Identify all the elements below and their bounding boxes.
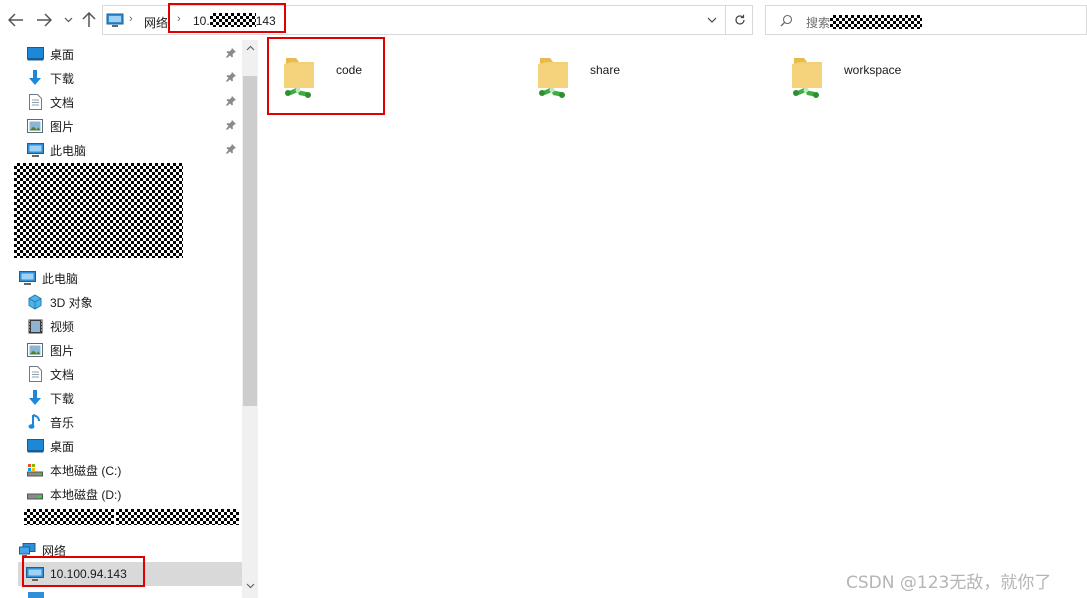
search-input[interactable]: 搜索 <box>765 5 1087 35</box>
redacted-mask <box>24 509 114 525</box>
sidebar-item-3d-objects[interactable]: 3D 对象 <box>26 290 242 314</box>
sidebar-item-drive-c[interactable]: 本地磁盘 (C:) <box>26 458 242 482</box>
scroll-down-icon[interactable] <box>242 578 258 594</box>
desktop-icon <box>26 45 44 63</box>
folder-view: code share workspace <box>260 40 1087 598</box>
folder-name: workspace <box>844 63 902 77</box>
shared-folder-icon <box>538 58 568 98</box>
computer-icon <box>18 269 36 287</box>
watermark-text: CSDN @123无敌，就你了 <box>846 573 1052 593</box>
navigation-pane: 桌面 下载 文档 图片 此电脑 此电脑 3D 对象 视频 图片 文档 下载 音乐… <box>0 40 258 598</box>
pin-icon[interactable] <box>226 95 236 109</box>
sidebar-item-this-pc[interactable]: 此电脑 <box>18 266 242 290</box>
pin-icon[interactable] <box>226 71 236 85</box>
search-placeholder: 搜索 <box>806 14 923 31</box>
sidebar-item-network-host[interactable]: 10.100.94.143 <box>18 562 242 586</box>
breadcrumb-network[interactable]: 网络 <box>144 14 168 31</box>
redacted-mask <box>830 15 923 30</box>
address-bar[interactable]: › 网络 › 10. 143 <box>102 5 753 35</box>
sidebar-item-desktop[interactable]: 桌面 <box>26 434 242 458</box>
sidebar-item-pictures-pinned[interactable]: 图片 <box>26 114 242 138</box>
navigation-bar: › 网络 › 10. 143 搜索 <box>0 0 1087 40</box>
sidebar-item-this-pc-pinned[interactable]: 此电脑 <box>26 138 242 162</box>
sidebar-item-downloads-pinned[interactable]: 下载 <box>26 66 242 90</box>
shared-folder-icon <box>284 58 314 98</box>
download-icon <box>26 69 44 87</box>
sidebar-item-music[interactable]: 音乐 <box>26 410 242 434</box>
search-icon <box>780 14 793 30</box>
folder-name: share <box>590 63 621 77</box>
host-prefix: 10. <box>193 14 210 28</box>
back-arrow-icon[interactable] <box>6 11 26 29</box>
scrollbar-thumb[interactable] <box>243 76 257 406</box>
sidebar-item-network[interactable]: 网络 <box>18 538 242 562</box>
computer-icon <box>26 141 44 159</box>
recent-chevron-down-icon[interactable] <box>62 11 74 29</box>
breadcrumb-host[interactable]: 10. 143 <box>193 13 276 28</box>
folder-item-share[interactable]: share <box>520 44 750 100</box>
drive-c-icon <box>26 461 44 479</box>
sidebar-item-documents-pinned[interactable]: 文档 <box>26 90 242 114</box>
shared-folder-icon <box>792 58 822 98</box>
video-icon <box>26 317 44 335</box>
forward-arrow-icon[interactable] <box>34 11 54 29</box>
music-icon <box>26 413 44 431</box>
pin-icon[interactable] <box>226 119 236 133</box>
3d-objects-icon <box>26 293 44 311</box>
network-computer-icon <box>26 565 44 583</box>
breadcrumb-separator-icon: › <box>129 13 133 25</box>
host-suffix: 143 <box>255 14 276 28</box>
sidebar-item-desktop-pinned[interactable]: 桌面 <box>26 42 242 66</box>
sidebar-item-pictures[interactable]: 图片 <box>26 338 242 362</box>
network-computer-icon <box>106 13 124 31</box>
folder-name: code <box>336 63 363 77</box>
sidebar-item-downloads[interactable]: 下载 <box>26 386 242 410</box>
desktop-icon <box>26 437 44 455</box>
sidebar-item-videos[interactable]: 视频 <box>26 314 242 338</box>
breadcrumb-separator-icon: › <box>177 13 181 25</box>
redacted-mask <box>14 163 183 258</box>
sidebar-item-documents[interactable]: 文档 <box>26 362 242 386</box>
pin-icon[interactable] <box>226 143 236 157</box>
redacted-mask <box>209 13 256 28</box>
sidebar-item-drive-d[interactable]: 本地磁盘 (D:) <box>26 482 242 506</box>
computer-icon <box>28 592 44 598</box>
pin-icon[interactable] <box>226 47 236 61</box>
download-icon <box>26 389 44 407</box>
up-arrow-icon[interactable] <box>80 11 98 29</box>
picture-icon <box>26 341 44 359</box>
sidebar-scrollbar[interactable] <box>242 40 258 598</box>
document-icon <box>26 365 44 383</box>
scroll-up-icon[interactable] <box>242 40 258 56</box>
drive-d-icon <box>26 485 44 503</box>
folder-item-workspace[interactable]: workspace <box>774 44 1004 100</box>
refresh-icon[interactable] <box>725 6 753 34</box>
picture-icon <box>26 117 44 135</box>
address-history-chevron-down-icon[interactable] <box>701 6 723 34</box>
network-icon <box>18 541 36 559</box>
redacted-mask <box>116 509 239 525</box>
folder-item-code[interactable]: code <box>266 44 496 100</box>
document-icon <box>26 93 44 111</box>
